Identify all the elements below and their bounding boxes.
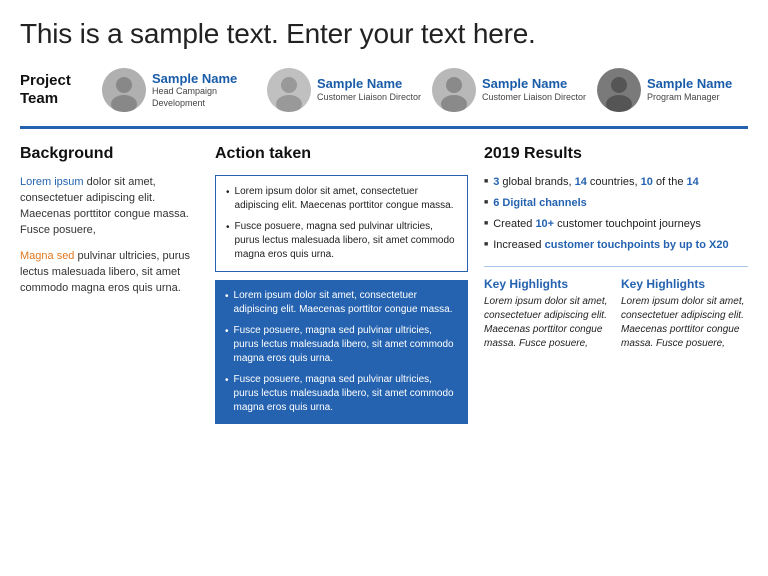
results-item-4: Increased customer touchpoints by up to … [484,238,748,254]
background-title: Background [20,145,201,163]
member-role-3: Customer Liaison Director [482,92,586,104]
avatar-3 [432,68,476,112]
action-blue-item-3: • Fusce posuere, magna sed pulvinar ultr… [225,373,458,415]
highlight-title-1: Key Highlights [484,277,611,291]
member-name-1: Sample Name [152,71,257,87]
results-digital-channels: 6 Digital channels [493,196,587,212]
action-blue-item-1: • Lorem ipsum dolor sit amet, consectetu… [225,289,458,317]
bullet-icon-4: • [225,325,229,339]
team-member-4: Sample Name Program Manager [597,68,752,112]
background-paragraph-2: Magna sed pulvinar ultricies, purus lect… [20,249,201,297]
results-bold-3: 10 [641,176,653,188]
results-item-4-text: Increased customer touchpoints by up to … [493,238,728,254]
background-paragraph-1: Lorem ipsum dolor sit amet, consectetuer… [20,175,201,239]
main-columns: Background Lorem ipsum dolor sit amet, c… [20,145,748,432]
action-white-item-1: • Lorem ipsum dolor sit amet, consectetu… [226,185,457,213]
results-item-2: 6 Digital channels [484,196,748,212]
action-white-item-2: • Fusce posuere, magna sed pulvinar ultr… [226,220,457,262]
team-label: Project Team [20,72,102,108]
avatar-2 [267,68,311,112]
team-member-3: Sample Name Customer Liaison Director [432,68,587,112]
member-info-3: Sample Name Customer Liaison Director [482,76,586,103]
results-bold-1: 3 [493,176,499,188]
bullet-icon-1: • [226,186,230,200]
bullet-icon-3: • [225,290,229,304]
page-container: This is a sample text. Enter your text h… [0,0,768,452]
results-divider [484,266,748,267]
avatar-4 [597,68,641,112]
member-name-2: Sample Name [317,76,421,92]
results-list: 3 global brands, 14 countries, 10 of the… [484,175,748,254]
results-bold-4: 14 [687,176,699,188]
member-info-2: Sample Name Customer Liaison Director [317,76,421,103]
action-white-box: • Lorem ipsum dolor sit amet, consectetu… [215,175,468,272]
project-team-section: Project Team Sample Name Head Campaign D… [20,68,748,120]
highlight-col-1: Key Highlights Lorem ipsum dolor sit ame… [484,277,611,351]
member-info-4: Sample Name Program Manager [647,76,732,103]
action-white-text-1: Lorem ipsum dolor sit amet, consectetuer… [235,185,457,213]
section-divider [20,126,748,129]
background-column: Background Lorem ipsum dolor sit amet, c… [20,145,215,307]
team-member-1: Sample Name Head Campaign Development [102,68,257,112]
highlight-title-2: Key Highlights [621,277,748,291]
results-item-3: Created 10+ customer touchpoint journeys [484,217,748,233]
member-name-4: Sample Name [647,76,732,92]
results-bold-x20: customer touchpoints by up to X20 [545,239,729,251]
main-title: This is a sample text. Enter your text h… [20,18,748,50]
results-column: 2019 Results 3 global brands, 14 countri… [480,145,748,351]
team-members: Sample Name Head Campaign Development Sa… [102,68,752,112]
action-blue-text-1: Lorem ipsum dolor sit amet, consectetuer… [234,289,458,317]
member-info-1: Sample Name Head Campaign Development [152,71,257,110]
action-blue-box: • Lorem ipsum dolor sit amet, consectetu… [215,280,468,424]
action-white-text-2: Fusce posuere, magna sed pulvinar ultric… [235,220,457,262]
bullet-icon-2: • [226,221,230,235]
action-taken-column: Action taken • Lorem ipsum dolor sit ame… [215,145,480,432]
background-highlight-2: Magna sed [20,250,74,262]
action-blue-text-2: Fusce posuere, magna sed pulvinar ultric… [234,324,458,366]
results-title: 2019 Results [484,145,748,163]
results-item-3-text: Created 10+ customer touchpoint journeys [493,217,701,233]
highlight-text-1: Lorem ipsum dolor sit amet, consectetuer… [484,295,611,351]
results-bold-touchpoint: 10+ [535,218,554,230]
highlights-row: Key Highlights Lorem ipsum dolor sit ame… [484,277,748,351]
avatar-1 [102,68,146,112]
member-role-4: Program Manager [647,92,732,104]
results-bold-2: 14 [575,176,587,188]
member-role-1: Head Campaign Development [152,86,257,109]
results-item-1-text: 3 global brands, 14 countries, 10 of the… [493,175,699,191]
background-highlight-1: Lorem ipsum [20,176,84,188]
member-role-2: Customer Liaison Director [317,92,421,104]
highlight-text-2: Lorem ipsum dolor sit amet, consectetuer… [621,295,748,351]
action-blue-text-3: Fusce posuere, magna sed pulvinar ultric… [234,373,458,415]
member-name-3: Sample Name [482,76,586,92]
action-taken-title: Action taken [215,145,468,163]
results-item-1: 3 global brands, 14 countries, 10 of the… [484,175,748,191]
team-member-2: Sample Name Customer Liaison Director [267,68,422,112]
bullet-icon-5: • [225,374,229,388]
action-blue-item-2: • Fusce posuere, magna sed pulvinar ultr… [225,324,458,366]
highlight-col-2: Key Highlights Lorem ipsum dolor sit ame… [621,277,748,351]
